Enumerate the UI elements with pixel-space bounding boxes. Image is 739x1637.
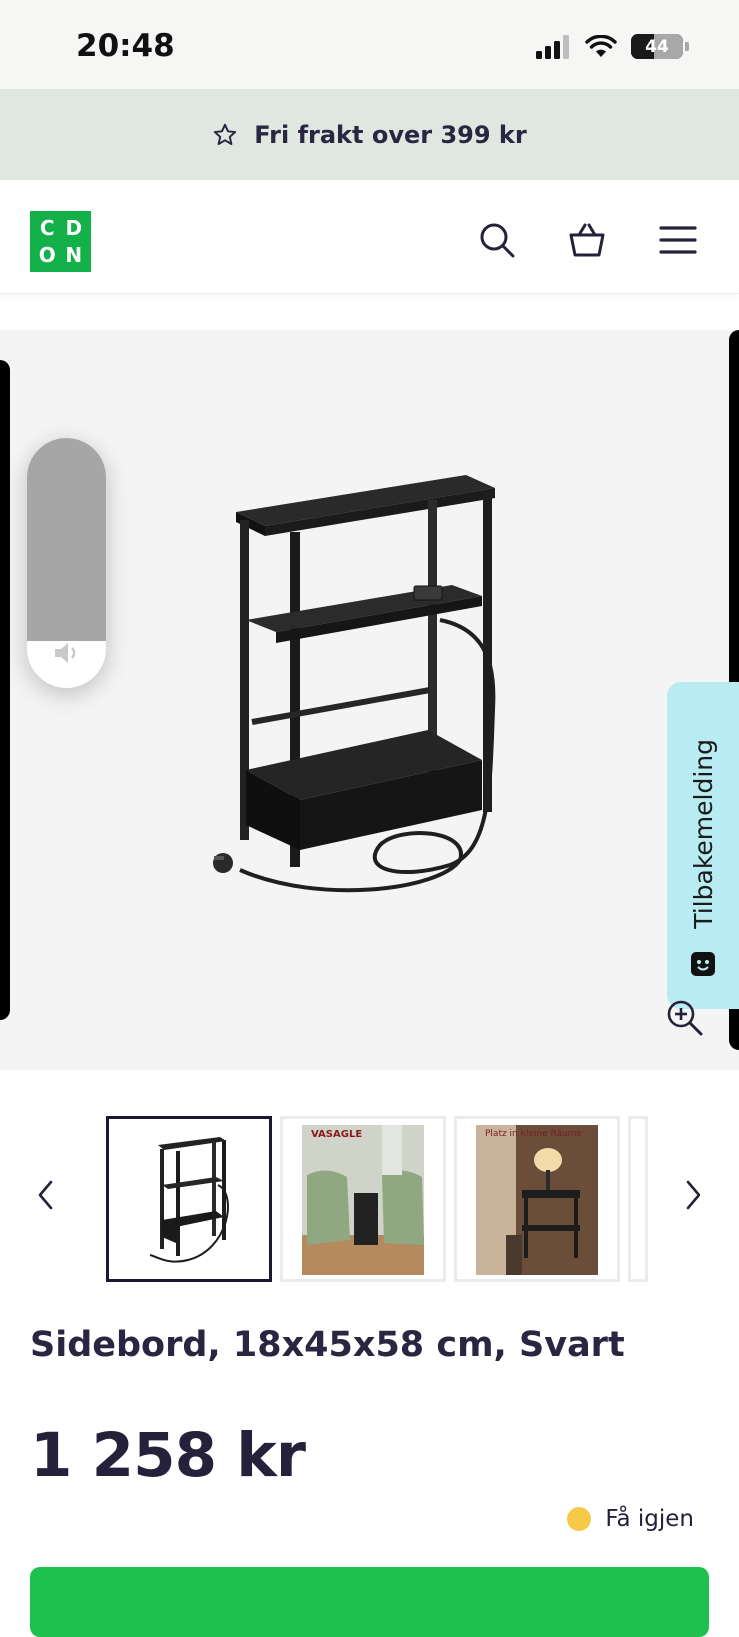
promo-bar: Fri frakt over 399 kr bbox=[0, 89, 739, 180]
product-main-image[interactable] bbox=[0, 330, 739, 1070]
battery-percent: 44 bbox=[645, 36, 669, 57]
status-bar: 20:48 44 bbox=[0, 0, 739, 89]
hamburger-menu-icon bbox=[659, 226, 697, 254]
thumb-next-partial[interactable] bbox=[628, 1116, 648, 1282]
stock-status: Få igjen bbox=[567, 1506, 694, 1532]
basket-button[interactable] bbox=[565, 218, 609, 262]
side-table-image bbox=[213, 475, 496, 893]
cdon-logo[interactable]: C D O N bbox=[30, 211, 91, 272]
thumb-lamp[interactable]: Platz in kleine Räume bbox=[454, 1116, 620, 1282]
stock-indicator-dot bbox=[567, 1507, 592, 1531]
signal-icon bbox=[536, 34, 569, 59]
search-button[interactable] bbox=[475, 218, 519, 262]
product-title: Sidebord, 18x45x58 cm, Svart bbox=[30, 1325, 625, 1365]
chevron-right-icon[interactable] bbox=[683, 1178, 703, 1212]
logo-letter-n: N bbox=[65, 242, 83, 267]
menu-button[interactable] bbox=[656, 218, 700, 262]
logo-letter-c: C bbox=[39, 216, 55, 241]
thumb-lamp-image bbox=[476, 1125, 598, 1275]
wifi-icon bbox=[585, 34, 617, 57]
search-icon bbox=[480, 223, 515, 258]
feedback-tab[interactable]: Tilbakemelding bbox=[667, 682, 739, 1009]
volume-indicator bbox=[27, 438, 106, 688]
thumb-living-room-image bbox=[302, 1125, 424, 1275]
volume-level-fill bbox=[27, 438, 106, 641]
chevron-left-icon[interactable] bbox=[36, 1178, 56, 1212]
product-price: 1 258 kr bbox=[30, 1420, 306, 1491]
battery-icon: 44 bbox=[631, 34, 683, 59]
site-header: C D O N bbox=[0, 180, 739, 294]
thumb-caption-label: Platz in kleine Räume bbox=[485, 1129, 583, 1139]
status-icons: 44 bbox=[535, 34, 689, 59]
screen-edge-left bbox=[0, 360, 10, 1020]
stock-status-text: Få igjen bbox=[605, 1506, 694, 1532]
logo-letter-o: O bbox=[38, 242, 56, 267]
thumb-product-image bbox=[149, 1137, 229, 1263]
smiley-icon bbox=[691, 952, 715, 976]
star-icon bbox=[214, 123, 237, 145]
basket-icon bbox=[569, 223, 605, 257]
promo-text: Fri frakt over 399 kr bbox=[254, 120, 527, 149]
thumb-product[interactable] bbox=[106, 1116, 272, 1282]
add-to-cart-button[interactable] bbox=[30, 1567, 709, 1637]
thumb-living-room[interactable]: VASAGLE bbox=[280, 1116, 446, 1282]
feedback-label: Tilbakemelding bbox=[688, 739, 718, 929]
logo-letter-d: D bbox=[65, 216, 83, 241]
speaker-icon bbox=[55, 643, 76, 663]
thumb-brand-label: VASAGLE bbox=[311, 1129, 363, 1140]
status-time: 20:48 bbox=[76, 28, 175, 64]
zoom-in-icon[interactable] bbox=[665, 998, 705, 1038]
